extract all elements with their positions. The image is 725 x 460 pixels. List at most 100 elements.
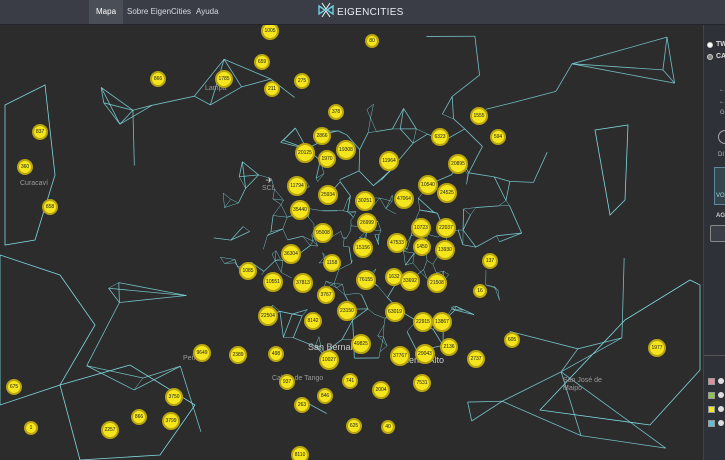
cluster-marker[interactable]: 858 bbox=[42, 199, 58, 215]
cluster-marker[interactable]: 13930 bbox=[435, 240, 455, 260]
cluster-marker[interactable]: 2004 bbox=[372, 381, 390, 399]
cluster-marker[interactable]: 20895 bbox=[448, 154, 468, 174]
cluster-marker[interactable]: 866 bbox=[131, 409, 147, 425]
cluster-marker[interactable]: 22504 bbox=[258, 306, 278, 326]
cluster-marker[interactable]: 10540 bbox=[418, 175, 438, 195]
cluster-marker[interactable]: 137 bbox=[482, 253, 498, 269]
cluster-marker[interactable]: 25934 bbox=[318, 185, 338, 205]
nav-sobre-eigencities[interactable]: Sobre EigenCities bbox=[120, 0, 198, 24]
voronoi-edge bbox=[403, 251, 415, 254]
cluster-marker[interactable]: 360 bbox=[17, 159, 33, 175]
cluster-marker[interactable]: 1555 bbox=[470, 107, 488, 125]
cluster-marker[interactable]: 8142 bbox=[304, 312, 322, 330]
cluster-marker[interactable]: 21508 bbox=[427, 273, 447, 293]
voronoi-edge bbox=[230, 231, 250, 241]
cluster-marker[interactable]: 846 bbox=[317, 388, 333, 404]
cluster-marker[interactable]: 15156 bbox=[353, 238, 373, 258]
cluster-marker[interactable]: 80 bbox=[365, 34, 379, 48]
legend-swatch-2[interactable] bbox=[708, 392, 715, 399]
voronoi-edge bbox=[426, 260, 433, 265]
cluster-marker[interactable]: 76155 bbox=[356, 270, 376, 290]
cluster-marker[interactable]: 10027 bbox=[319, 350, 339, 370]
voronoi-edge bbox=[340, 231, 344, 238]
cluster-marker[interactable]: 1785 bbox=[215, 70, 233, 88]
cluster-marker[interactable]: 1 bbox=[24, 421, 38, 435]
cluster-marker[interactable]: 16 bbox=[473, 284, 487, 298]
voronoi-edge bbox=[315, 178, 318, 182]
voronoi-edge bbox=[367, 308, 375, 315]
cluster-marker[interactable]: 22037 bbox=[436, 218, 456, 238]
cluster-marker[interactable]: 1085 bbox=[239, 262, 257, 280]
cluster-marker[interactable]: 263 bbox=[294, 397, 310, 413]
cluster-marker[interactable]: 937 bbox=[279, 374, 295, 390]
cluster-marker[interactable]: 24525 bbox=[437, 183, 457, 203]
cluster-marker[interactable]: 29043 bbox=[415, 344, 435, 364]
brand-logo[interactable]: EIGENCITIES bbox=[318, 2, 404, 21]
cluster-marker[interactable]: 2136 bbox=[440, 338, 458, 356]
cluster-marker[interactable]: 8110 bbox=[291, 446, 309, 460]
cluster-marker[interactable]: 20125 bbox=[295, 143, 315, 163]
cluster-marker[interactable]: 23150 bbox=[337, 301, 357, 321]
cluster-marker[interactable]: 13867 bbox=[432, 312, 452, 332]
cluster-marker[interactable]: 659 bbox=[254, 54, 270, 70]
cluster-marker[interactable]: 30251 bbox=[355, 191, 375, 211]
cluster-marker[interactable]: 675 bbox=[6, 379, 22, 395]
cluster-marker[interactable]: 275 bbox=[294, 73, 310, 89]
cluster-marker[interactable]: 47064 bbox=[394, 189, 414, 209]
nav-ayuda[interactable]: Ayuda bbox=[189, 0, 226, 24]
cluster-marker[interactable]: 33692 bbox=[400, 271, 420, 291]
voronoi-edge bbox=[471, 400, 503, 422]
cluster-marker[interactable]: 741 bbox=[342, 373, 358, 389]
cluster-marker[interactable]: 10551 bbox=[263, 272, 283, 292]
nav-mapa[interactable]: Mapa bbox=[89, 0, 124, 24]
cluster-marker[interactable]: 36304 bbox=[281, 244, 301, 264]
cluster-marker[interactable]: 26999 bbox=[357, 213, 377, 233]
cluster-marker[interactable]: 2737 bbox=[467, 350, 485, 368]
cluster-marker[interactable]: 837 bbox=[32, 124, 48, 140]
cluster-marker[interactable]: 625 bbox=[346, 418, 362, 434]
legend-swatch-3[interactable] bbox=[708, 406, 715, 413]
cluster-marker[interactable]: 37813 bbox=[293, 273, 313, 293]
cluster-marker[interactable]: 1158 bbox=[323, 254, 341, 272]
cluster-marker[interactable]: 47533 bbox=[387, 233, 407, 253]
cluster-marker[interactable]: 866 bbox=[150, 71, 166, 87]
cluster-marker[interactable]: 11964 bbox=[379, 151, 399, 171]
cluster-marker[interactable]: 6323 bbox=[431, 128, 449, 146]
cluster-marker[interactable]: 3799 bbox=[162, 412, 180, 430]
cluster-marker[interactable]: 7531 bbox=[413, 374, 431, 392]
legend-swatch-1[interactable] bbox=[708, 378, 715, 385]
cluster-marker[interactable]: 594 bbox=[490, 129, 506, 145]
cluster-marker[interactable]: 10723 bbox=[411, 218, 431, 238]
map-canvas[interactable]: Lampa Curacaví SCL San Bernardo Puente A… bbox=[0, 25, 703, 460]
cluster-marker[interactable]: 19308 bbox=[336, 140, 356, 160]
radio-tw[interactable] bbox=[707, 42, 713, 48]
cluster-marker[interactable]: 2389 bbox=[229, 346, 247, 364]
cluster-marker[interactable]: 378 bbox=[328, 104, 344, 120]
aggregation-select[interactable] bbox=[710, 225, 725, 242]
cluster-marker[interactable]: 63019 bbox=[385, 302, 405, 322]
cluster-marker[interactable]: 1970 bbox=[318, 150, 336, 168]
cluster-marker[interactable]: 211 bbox=[264, 81, 280, 97]
vote-box[interactable] bbox=[714, 167, 725, 205]
cluster-marker[interactable]: 40 bbox=[381, 420, 395, 434]
cluster-marker[interactable]: 9649 bbox=[193, 344, 211, 362]
cluster-marker[interactable]: 11794 bbox=[287, 176, 307, 196]
cluster-marker[interactable]: 2257 bbox=[101, 421, 119, 439]
cluster-marker[interactable]: 3750 bbox=[165, 388, 183, 406]
voronoi-edge bbox=[343, 199, 348, 211]
radio-ca[interactable] bbox=[707, 54, 713, 60]
cluster-marker[interactable]: 3767 bbox=[317, 286, 335, 304]
cluster-marker[interactable]: 37767 bbox=[390, 346, 410, 366]
voronoi-edge bbox=[416, 128, 428, 135]
cluster-marker[interactable]: 1450 bbox=[413, 238, 431, 256]
cluster-marker[interactable]: 1977 bbox=[648, 339, 666, 357]
legend-swatch-4[interactable] bbox=[708, 420, 715, 427]
cluster-marker[interactable]: 498 bbox=[268, 346, 284, 362]
cluster-marker[interactable]: 605 bbox=[504, 332, 520, 348]
cluster-marker[interactable]: 49825 bbox=[351, 334, 371, 354]
dial-icon[interactable] bbox=[718, 130, 725, 144]
cluster-marker[interactable]: 2866 bbox=[313, 127, 331, 145]
cluster-marker[interactable]: 22915 bbox=[413, 312, 433, 332]
cluster-marker[interactable]: 95008 bbox=[313, 223, 333, 243]
cluster-marker[interactable]: 35440 bbox=[290, 200, 310, 220]
